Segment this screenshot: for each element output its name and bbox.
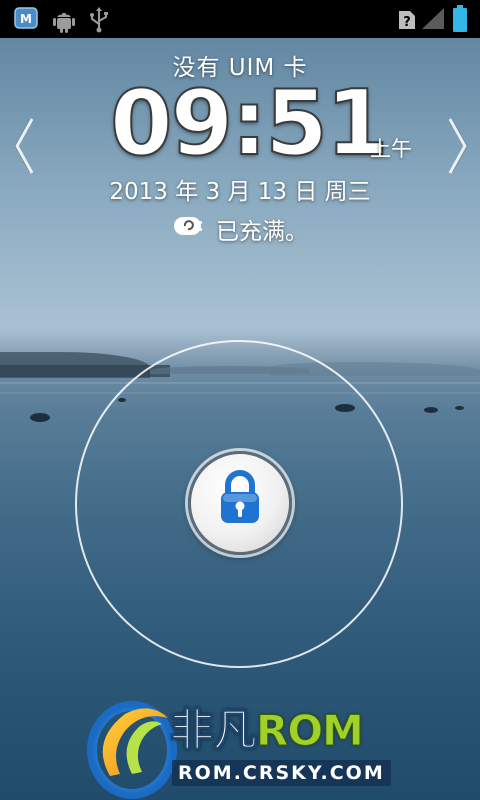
sim-unknown-icon: ? <box>397 9 417 35</box>
clock-time: 09:51 <box>109 71 389 176</box>
status-bar: M ? <box>0 0 480 38</box>
chevron-left-icon[interactable] <box>10 116 40 176</box>
watermark-brand-rom: ROM <box>256 706 365 756</box>
lock-icon <box>217 470 263 526</box>
watermark-brand: 非凡ROM <box>170 705 365 756</box>
battery-status-label: 已充满。 <box>216 219 308 245</box>
lock-screen: M ? 没有 UIM 卡 09:51 上午 2013 年 3 月 13 日 周三… <box>0 0 480 800</box>
android-debug-icon <box>52 7 76 37</box>
battery-full-icon <box>452 5 468 37</box>
mmsf-app-icon: M <box>14 7 40 35</box>
watermark-brand-cn: 非凡 <box>170 705 258 756</box>
battery-status: 已充满。 <box>0 212 480 246</box>
am-pm-label: 上午 <box>370 137 412 161</box>
chevron-right-icon[interactable] <box>442 116 472 176</box>
usb-icon <box>88 7 110 37</box>
svg-text:?: ? <box>403 15 411 30</box>
svg-text:M: M <box>20 12 32 26</box>
crsky-logo-icon <box>87 701 177 799</box>
date-label: 2013 年 3 月 13 日 周三 <box>109 179 371 205</box>
watermark-url: ROM.CRSKY.COM <box>172 760 391 786</box>
signal-icon <box>420 7 446 35</box>
charging-plug-icon <box>172 215 206 243</box>
